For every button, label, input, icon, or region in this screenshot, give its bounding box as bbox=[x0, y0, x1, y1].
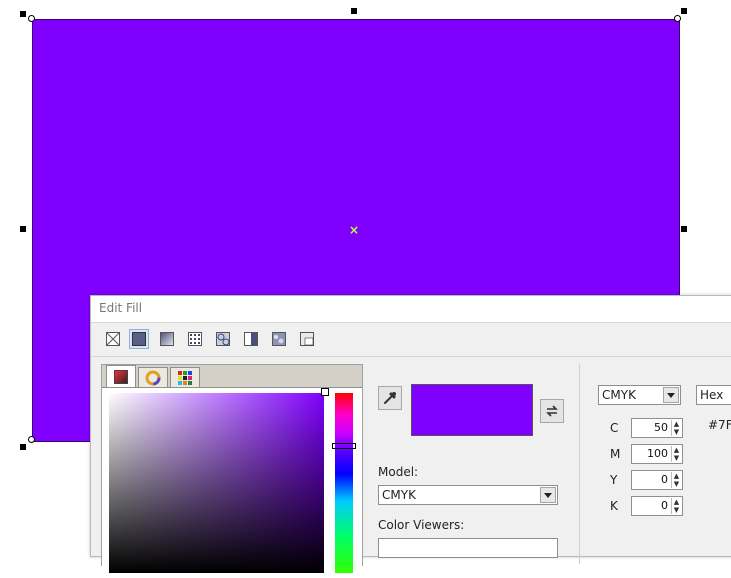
swap-colors-button[interactable] bbox=[540, 399, 564, 423]
cyan-label: C bbox=[610, 421, 619, 435]
black-label: K bbox=[610, 499, 618, 513]
node-handle-bottom-left[interactable] bbox=[28, 436, 35, 443]
no-fill-button[interactable] bbox=[103, 329, 123, 349]
selection-handle-top-center[interactable] bbox=[351, 8, 357, 14]
chevron-down-icon bbox=[544, 492, 552, 498]
black-spinbox[interactable]: 0 ▲ ▼ bbox=[631, 496, 683, 516]
magenta-spinbox[interactable]: 100 ▲ ▼ bbox=[631, 444, 683, 464]
black-value: 0 bbox=[661, 499, 668, 512]
color-space-dropdown[interactable]: CMYK bbox=[598, 385, 681, 405]
black-spin-arrows[interactable]: ▲ ▼ bbox=[671, 498, 681, 514]
magenta-spin-arrows[interactable]: ▲ ▼ bbox=[671, 446, 681, 462]
selection-handle-bottom-left[interactable] bbox=[20, 444, 26, 450]
saturation-value-square[interactable] bbox=[109, 393, 324, 573]
swap-arrows-icon bbox=[546, 405, 558, 417]
yellow-spin-arrows[interactable]: ▲ ▼ bbox=[671, 472, 681, 488]
color-palettes-tab[interactable] bbox=[170, 367, 200, 388]
vector-pattern-fill-button[interactable] bbox=[185, 329, 205, 349]
color-picker-marker[interactable] bbox=[321, 388, 329, 396]
eyedropper-button[interactable] bbox=[378, 386, 402, 410]
color-viewers-tab[interactable] bbox=[106, 365, 136, 388]
eyedropper-icon bbox=[384, 392, 396, 404]
dialog-title-bar[interactable]: Edit Fill bbox=[91, 296, 731, 323]
dialog-title: Edit Fill bbox=[99, 301, 143, 315]
node-handle-top-right[interactable] bbox=[674, 15, 681, 22]
model-dropdown[interactable]: CMYK bbox=[378, 485, 558, 505]
vector-pattern-fill-icon bbox=[188, 332, 202, 346]
bitmap-pattern-fill-icon bbox=[216, 332, 230, 346]
uniform-fill-button[interactable] bbox=[129, 329, 149, 349]
panel-divider bbox=[579, 364, 580, 564]
cyan-spin-arrows[interactable]: ▲ ▼ bbox=[671, 420, 681, 436]
magenta-label: M bbox=[610, 447, 621, 461]
center-x-icon[interactable]: × bbox=[349, 224, 359, 236]
color-harmonies-tab-icon bbox=[145, 370, 161, 386]
color-viewers-label: Color Viewers: bbox=[378, 518, 465, 532]
hue-slider[interactable] bbox=[335, 393, 353, 573]
chevron-down-icon bbox=[667, 392, 675, 398]
fountain-fill-icon bbox=[160, 332, 174, 346]
current-color-swatch bbox=[411, 384, 533, 436]
node-handle-top-left[interactable] bbox=[28, 15, 35, 22]
selection-handle-top-left[interactable] bbox=[20, 11, 26, 17]
color-space-dropdown-value: CMYK bbox=[602, 388, 636, 402]
postscript-fill-icon bbox=[300, 332, 314, 346]
magenta-value: 100 bbox=[647, 447, 668, 460]
hex-value-field[interactable]: #7F0 bbox=[708, 418, 731, 432]
color-viewers-tab-icon bbox=[114, 370, 128, 384]
yellow-label: Y bbox=[610, 473, 618, 487]
toolbar-divider bbox=[91, 356, 731, 357]
two-color-pattern-fill-icon bbox=[244, 332, 258, 346]
texture-fill-icon bbox=[272, 332, 286, 346]
model-label: Model: bbox=[378, 465, 419, 479]
color-viewers-dropdown[interactable] bbox=[378, 538, 558, 558]
edit-fill-dialog: Edit Fill Model: CMYK Color Viewers: CMY… bbox=[90, 295, 731, 578]
color-palettes-tab-icon bbox=[178, 371, 192, 385]
hue-slider-handle[interactable] bbox=[332, 443, 356, 449]
texture-fill-button[interactable] bbox=[269, 329, 289, 349]
cyan-spinbox[interactable]: 50 ▲ ▼ bbox=[631, 418, 683, 438]
uniform-fill-icon bbox=[132, 332, 146, 346]
color-viewer-panel bbox=[101, 364, 363, 578]
postscript-fill-button[interactable] bbox=[297, 329, 317, 349]
model-dropdown-value: CMYK bbox=[382, 488, 416, 502]
hex-format-dropdown[interactable]: Hex bbox=[696, 385, 731, 405]
cyan-value: 50 bbox=[654, 421, 668, 434]
color-harmonies-tab[interactable] bbox=[138, 367, 168, 388]
yellow-value: 0 bbox=[661, 473, 668, 486]
selection-handle-top-right[interactable] bbox=[681, 8, 687, 14]
color-space-dropdown-arrow[interactable] bbox=[663, 387, 679, 403]
color-picker-area bbox=[102, 387, 362, 578]
selection-handle-middle-left[interactable] bbox=[20, 226, 26, 232]
fountain-fill-button[interactable] bbox=[157, 329, 177, 349]
yellow-spinbox[interactable]: 0 ▲ ▼ bbox=[631, 470, 683, 490]
two-color-pattern-fill-button[interactable] bbox=[241, 329, 261, 349]
selection-handle-middle-right[interactable] bbox=[681, 226, 687, 232]
model-dropdown-arrow[interactable] bbox=[540, 487, 556, 503]
hex-format-dropdown-value: Hex bbox=[700, 388, 724, 402]
bitmap-pattern-fill-button[interactable] bbox=[213, 329, 233, 349]
no-fill-icon bbox=[106, 332, 120, 346]
